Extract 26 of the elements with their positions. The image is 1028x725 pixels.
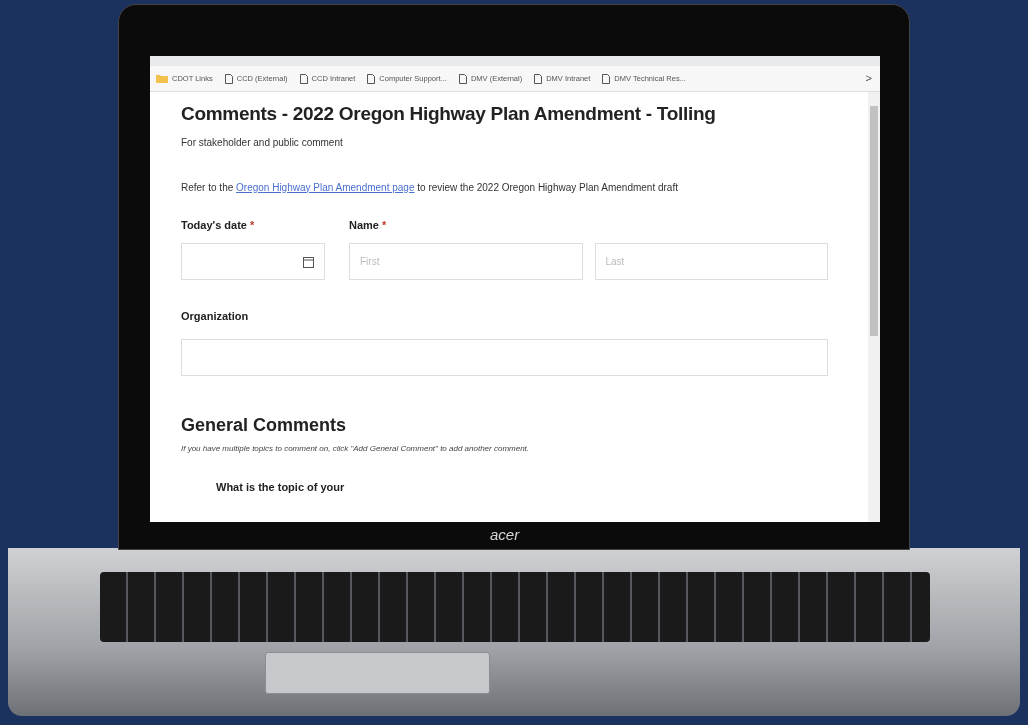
last-name-field[interactable]: Last — [594, 243, 828, 280]
section-title: General Comments — [181, 413, 348, 437]
intro-text: Refer to the Oregon Highway Plan Amendment page to review the 2022 Oregon Highway Plan Amendment draft — [181, 180, 679, 195]
touchpad[interactable] — [265, 652, 490, 694]
page-icon — [367, 73, 376, 84]
field-label: Today's date * — [181, 217, 256, 233]
page-icon — [224, 73, 233, 84]
page-icon — [458, 73, 467, 84]
plan-amendment-link[interactable]: Oregon Highway Plan Amendment page — [236, 181, 415, 193]
field-label: Name * — [349, 217, 388, 233]
folder-icon — [156, 74, 168, 83]
organization-field[interactable] — [181, 338, 828, 376]
first-name-field[interactable]: First — [349, 243, 583, 280]
form-title: Comments - 2022 Oregon Highway Plan Amendment - Tolling — [181, 102, 717, 126]
scrollbar[interactable] — [868, 92, 880, 522]
question-label: What is the topic of your — [216, 479, 346, 495]
page-icon — [534, 73, 543, 84]
calendar-icon[interactable] — [303, 255, 314, 268]
date-field[interactable] — [181, 243, 325, 280]
field-label: Organization — [181, 309, 250, 324]
bookmarks-more-button[interactable]: > — [865, 70, 872, 87]
page-icon — [602, 73, 611, 84]
section-hint: If you have multiple topics to comment on, click "Add General Comment" to add another comment. — [181, 442, 531, 455]
form-subtitle: For stakeholder and public comment — [181, 135, 344, 150]
page-icon — [299, 73, 308, 84]
laptop-logo: acer — [490, 525, 520, 545]
